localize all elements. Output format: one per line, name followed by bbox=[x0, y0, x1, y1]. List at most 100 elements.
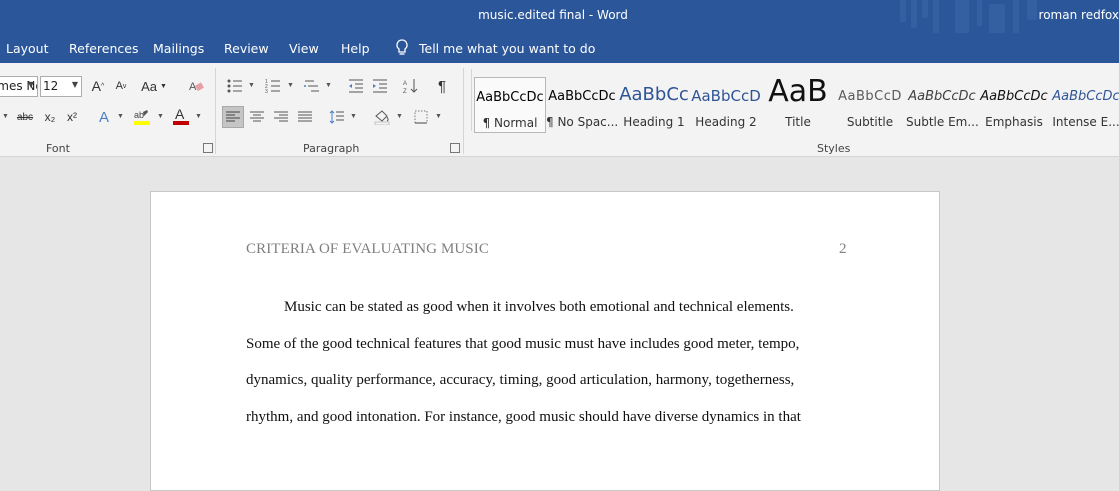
strikethrough-button[interactable]: abc bbox=[14, 106, 36, 128]
style-label: ¶ Normal bbox=[482, 116, 538, 130]
decrease-indent-button[interactable] bbox=[345, 75, 367, 97]
numbering-icon: 123 bbox=[265, 79, 280, 93]
lightbulb-icon bbox=[396, 39, 408, 55]
font-size-combo[interactable]: 12 ▼ bbox=[40, 76, 82, 97]
bullets-button[interactable] bbox=[224, 75, 246, 97]
text-line: Music can be stated as good when it invo… bbox=[284, 299, 794, 315]
line-spacing-button[interactable] bbox=[326, 106, 348, 128]
style-label: Title bbox=[785, 115, 811, 129]
show-formatting-marks-button[interactable]: ¶ bbox=[431, 75, 453, 97]
chevron-down-icon: ▼ bbox=[325, 82, 332, 89]
style-heading-1[interactable]: AaBbCc Heading 1 bbox=[618, 77, 690, 133]
font-size-value: 12 bbox=[43, 79, 59, 93]
document-page[interactable]: CRITERIA OF EVALUATING MUSIC 2 Music can… bbox=[150, 191, 940, 491]
sort-button[interactable]: AZ bbox=[400, 75, 422, 97]
text-effects-button[interactable]: A bbox=[93, 106, 115, 128]
chevron-down-icon: ▼ bbox=[2, 113, 9, 120]
style-preview: AaBbCcDc bbox=[1052, 89, 1119, 104]
chevron-down-icon: ▼ bbox=[27, 80, 34, 89]
chevron-down-icon: ▼ bbox=[287, 82, 294, 89]
tab-layout[interactable]: Layout bbox=[6, 41, 49, 56]
font-dialog-launcher[interactable] bbox=[203, 143, 213, 153]
style-label: Heading 1 bbox=[623, 115, 685, 129]
chevron-down-icon: ▼ bbox=[157, 113, 164, 120]
group-divider bbox=[463, 68, 464, 154]
style-emphasis[interactable]: AaBbCcDc Emphasis bbox=[978, 77, 1050, 133]
font-color-icon: A bbox=[173, 106, 189, 125]
chevron-down-icon: ▼ bbox=[396, 113, 403, 120]
chevron-down-icon: ▼ bbox=[435, 113, 442, 120]
style-preview: AaBbCcDc bbox=[908, 89, 976, 104]
window-title: music.edited final - Word bbox=[478, 8, 628, 22]
svg-text:A: A bbox=[175, 106, 185, 122]
increase-indent-button[interactable] bbox=[369, 75, 391, 97]
font-name-combo[interactable]: Times New Roma ▼ bbox=[0, 76, 38, 97]
chevron-down-icon: ▼ bbox=[195, 113, 202, 120]
style-preview: AaBbCc bbox=[619, 84, 689, 105]
title-bar: music.edited final - Word roman redfox bbox=[0, 0, 1119, 33]
align-left-button[interactable] bbox=[222, 106, 244, 128]
highlighter-icon: ab bbox=[134, 110, 150, 125]
style-label: Heading 2 bbox=[695, 115, 757, 129]
paragraph-group-label: Paragraph bbox=[303, 142, 360, 155]
styles-gallery: AaBbCcDc ¶ Normal AaBbCcDc ¶ No Spac... … bbox=[471, 69, 1119, 133]
superscript-label: x² bbox=[67, 110, 77, 124]
grow-font-button[interactable]: A ^ bbox=[87, 75, 109, 97]
style-heading-2[interactable]: AaBbCcD Heading 2 bbox=[690, 77, 762, 133]
tell-me-search[interactable]: Tell me what you want to do bbox=[395, 39, 595, 57]
align-left-icon bbox=[226, 111, 240, 122]
multilevel-list-icon bbox=[304, 80, 319, 92]
align-right-icon bbox=[274, 111, 288, 122]
user-name[interactable]: roman redfox bbox=[1039, 8, 1119, 22]
style-subtle-emphasis[interactable]: AaBbCcDc Subtle Em... bbox=[906, 77, 978, 133]
clear-formatting-button[interactable]: A bbox=[185, 75, 207, 97]
align-right-button[interactable] bbox=[270, 106, 292, 128]
svg-text:ab: ab bbox=[134, 110, 144, 120]
style-preview: AaBbCcD bbox=[691, 87, 761, 105]
page-number: 2 bbox=[839, 241, 847, 257]
font-color-button[interactable]: A bbox=[170, 105, 192, 127]
tab-review[interactable]: Review bbox=[224, 41, 269, 56]
style-intense-emphasis[interactable]: AaBbCcDc Intense E... bbox=[1050, 77, 1119, 133]
tell-me-label: Tell me what you want to do bbox=[419, 40, 596, 56]
svg-text:Z: Z bbox=[403, 89, 407, 94]
style-no-spacing[interactable]: AaBbCcDc ¶ No Spac... bbox=[546, 77, 618, 133]
tab-references[interactable]: References bbox=[69, 41, 138, 56]
shading-button[interactable] bbox=[371, 106, 393, 128]
style-preview: AaBbCcDc bbox=[980, 89, 1048, 104]
style-title[interactable]: AaB Title bbox=[762, 74, 834, 133]
chevron-down-icon: ▼ bbox=[71, 80, 78, 89]
highlight-button[interactable]: ab bbox=[131, 106, 153, 128]
text-line: Some of the good technical features that… bbox=[246, 335, 800, 352]
tab-view[interactable]: View bbox=[289, 41, 319, 56]
tab-help[interactable]: Help bbox=[341, 41, 370, 56]
justify-button[interactable] bbox=[294, 106, 316, 128]
borders-button[interactable] bbox=[410, 106, 432, 128]
decrease-indent-icon bbox=[349, 79, 363, 93]
superscript-button[interactable]: x² bbox=[61, 106, 83, 128]
multilevel-list-button[interactable] bbox=[301, 75, 323, 97]
shrink-font-button[interactable]: Av bbox=[110, 75, 132, 97]
group-divider bbox=[215, 68, 216, 154]
text-line: rhythm, and good intonation. For instanc… bbox=[246, 408, 801, 425]
style-label: Emphasis bbox=[985, 115, 1043, 129]
sort-icon: AZ bbox=[403, 79, 418, 94]
subscript-button[interactable]: x₂ bbox=[39, 106, 61, 128]
text-effects-icon: A bbox=[98, 108, 109, 126]
running-header: CRITERIA OF EVALUATING MUSIC bbox=[246, 241, 489, 257]
align-center-button[interactable] bbox=[246, 106, 268, 128]
style-subtitle[interactable]: AaBbCcD Subtitle bbox=[834, 77, 906, 133]
paint-bucket-icon bbox=[374, 110, 390, 125]
paragraph-dialog-launcher[interactable] bbox=[450, 143, 460, 153]
line-spacing-icon bbox=[329, 110, 344, 124]
document-body[interactable]: Music can be stated as good when it invo… bbox=[246, 289, 856, 435]
style-normal[interactable]: AaBbCcDc ¶ Normal bbox=[474, 77, 546, 133]
change-case-button[interactable]: Aa ▼ bbox=[140, 75, 168, 97]
style-preview: AaBbCcD bbox=[838, 89, 902, 104]
svg-text:A: A bbox=[403, 81, 407, 87]
text-line: dynamics, quality performance, accuracy,… bbox=[246, 372, 795, 388]
tab-mailings[interactable]: Mailings bbox=[153, 41, 204, 56]
document-area[interactable]: CRITERIA OF EVALUATING MUSIC 2 Music can… bbox=[0, 157, 1119, 491]
numbering-button[interactable]: 123 bbox=[262, 75, 284, 97]
shrink-font-icon: A bbox=[115, 80, 123, 92]
